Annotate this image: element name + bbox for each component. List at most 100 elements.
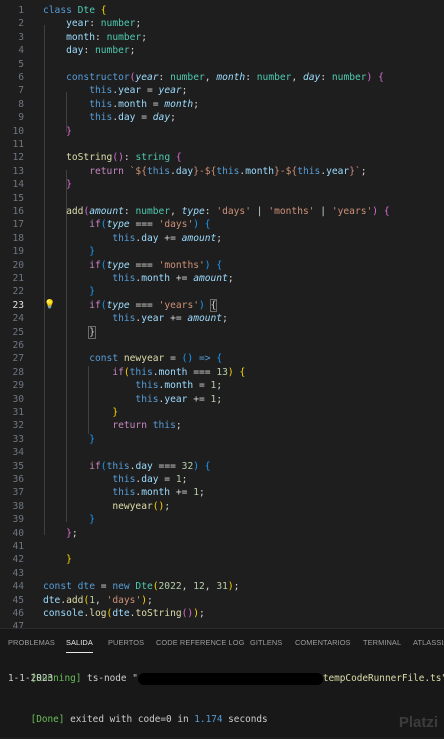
code-token: += bbox=[164, 313, 188, 325]
code-line[interactable]: 23 💡 if(type === 'years') { bbox=[0, 298, 444, 312]
code-token: , bbox=[291, 72, 303, 83]
code-token: 'years' bbox=[331, 206, 373, 217]
tab-comentarios[interactable]: COMENTARIOS bbox=[295, 629, 351, 657]
tab-atlassian[interactable]: ATLASSIAN bbox=[413, 629, 444, 657]
code-token: this bbox=[135, 380, 159, 392]
code-line[interactable]: 40 }; bbox=[0, 527, 444, 540]
code-editor[interactable]: 1 class Dte {2 year: number; 3 month: numb… bbox=[0, 0, 444, 628]
tab-code-reference-log[interactable]: CODE REFERENCE LOG bbox=[156, 629, 244, 657]
code-line[interactable]: 8 this.month = month; bbox=[0, 98, 444, 111]
code-line[interactable]: 29 this.month = 1; bbox=[0, 379, 444, 392]
code-line[interactable]: 11 bbox=[0, 138, 444, 151]
code-text: this.year = year; bbox=[43, 84, 187, 97]
code-line[interactable]: 21 this.month += amount; bbox=[0, 272, 444, 285]
line-number: 15 bbox=[12, 192, 24, 204]
code-line[interactable]: 1 class Dte { bbox=[0, 4, 444, 17]
code-line[interactable]: 47 bbox=[0, 620, 444, 628]
code-line[interactable]: 36 this.day = 1; bbox=[0, 473, 444, 486]
code-text: return this; bbox=[43, 419, 181, 432]
code-line[interactable]: 15 bbox=[0, 192, 444, 205]
code-line[interactable]: 30 this.year += 1; bbox=[0, 393, 444, 406]
line-number: 34 bbox=[12, 447, 24, 459]
code-line[interactable]: 44 const dte = new Dte(2022, 12, 31); bbox=[0, 580, 444, 593]
code-line[interactable]: 19 } bbox=[0, 245, 444, 258]
code-line[interactable]: 5 bbox=[0, 58, 444, 71]
code-line[interactable]: 14 } bbox=[0, 178, 444, 191]
code-token: , bbox=[181, 581, 194, 593]
code-line[interactable]: 10 } bbox=[0, 125, 444, 138]
code-token: { bbox=[378, 72, 384, 83]
code-line[interactable]: 32 return this; bbox=[0, 419, 444, 432]
code-line[interactable]: 28 if(this.month === 13) { bbox=[0, 366, 444, 379]
line-number: 8 bbox=[18, 98, 24, 110]
tab-terminal[interactable]: TERMINAL bbox=[363, 629, 401, 657]
code-line[interactable]: 41 bbox=[0, 540, 444, 553]
code-line[interactable]: 2 year: number; bbox=[0, 17, 444, 30]
code-line[interactable]: 20 if(type === 'months') { bbox=[0, 259, 444, 272]
code-line[interactable]: 4 day: number; bbox=[0, 44, 444, 57]
code-line[interactable]: 13 return `${this.day}-${this.month}-${t… bbox=[0, 165, 444, 178]
code-text: this.month = 1; bbox=[43, 379, 222, 392]
code-token: this bbox=[216, 165, 240, 177]
code-token: += bbox=[170, 273, 194, 284]
tab-puertos[interactable]: PUERTOS bbox=[108, 629, 144, 657]
code-line[interactable]: 3 month: number; bbox=[0, 31, 444, 44]
code-line[interactable]: 9 this.day = day; bbox=[0, 111, 444, 124]
code-token: = bbox=[94, 581, 113, 593]
code-line[interactable]: 24 this.year += amount; bbox=[0, 312, 444, 325]
code-line[interactable]: 25 } bbox=[0, 325, 444, 339]
code-line[interactable]: 42 } bbox=[0, 553, 444, 566]
code-token: number bbox=[106, 31, 142, 43]
code-text: if(type === 'days') { bbox=[43, 218, 211, 231]
code-token: type bbox=[106, 299, 130, 311]
code-token: dte bbox=[77, 581, 95, 593]
code-line[interactable]: 38 newyear(); bbox=[0, 500, 444, 513]
code-text: }; bbox=[43, 527, 78, 540]
code-line[interactable]: 33 } bbox=[0, 433, 444, 446]
code-token: amount bbox=[181, 232, 217, 244]
tab-gitlens[interactable]: GITLENS bbox=[250, 629, 282, 657]
tab-salida[interactable]: SALIDA bbox=[66, 629, 93, 657]
code-line[interactable]: 16 add(amount: number, type: 'days' | 'm… bbox=[0, 205, 444, 218]
code-line[interactable]: 26 bbox=[0, 339, 444, 352]
code-line[interactable]: 17 if(type === 'days') { bbox=[0, 218, 444, 231]
code-token: add bbox=[66, 206, 84, 217]
line-number: 26 bbox=[12, 340, 24, 351]
code-line[interactable]: 31 } bbox=[0, 406, 444, 419]
code-token: toString bbox=[135, 608, 182, 619]
code-token: ; bbox=[129, 45, 136, 57]
code-token: 'months' bbox=[268, 206, 315, 217]
line-number: 2 bbox=[18, 18, 24, 30]
code-token: === bbox=[129, 219, 159, 231]
code-token: amount bbox=[89, 206, 124, 217]
code-token: toString bbox=[66, 152, 113, 164]
code-token: return bbox=[89, 165, 130, 177]
code-line[interactable]: 35 if(this.day === 32) { bbox=[0, 460, 444, 473]
code-line[interactable]: 7 this.year = year; bbox=[0, 84, 444, 97]
code-line[interactable]: 43 bbox=[0, 567, 444, 580]
code-line[interactable]: 22 } bbox=[0, 285, 444, 298]
code-line[interactable]: 45 dte.add(1, 'days'); bbox=[0, 594, 444, 607]
code-line[interactable]: 46 console.log(dte.toString()); bbox=[0, 607, 444, 620]
code-text: this.day = day; bbox=[43, 111, 176, 124]
line-number: 29 bbox=[12, 380, 24, 392]
code-text: } bbox=[43, 513, 95, 526]
code-line[interactable]: 27 const newyear = () => { bbox=[0, 352, 444, 365]
code-token: { bbox=[204, 219, 211, 231]
code-token: = bbox=[158, 474, 176, 485]
code-token: month bbox=[66, 31, 95, 43]
tab-problemas[interactable]: PROBLEMAS bbox=[8, 629, 55, 657]
code-line[interactable]: 34 bbox=[0, 446, 444, 459]
code-line[interactable]: 12 toString(): string { bbox=[0, 151, 444, 164]
code-line[interactable]: 37 this.month += 1; bbox=[0, 486, 444, 499]
code-text: this.month += amount; bbox=[43, 272, 233, 285]
code-line[interactable]: 18 this.day += amount; bbox=[0, 232, 444, 245]
code-token: string bbox=[135, 152, 171, 164]
code-line[interactable]: 6 constructor(year: number, month: numbe… bbox=[0, 71, 444, 84]
code-line[interactable]: 39 } bbox=[0, 513, 444, 526]
code-token: ; bbox=[233, 581, 240, 593]
done-text: in bbox=[171, 714, 195, 725]
